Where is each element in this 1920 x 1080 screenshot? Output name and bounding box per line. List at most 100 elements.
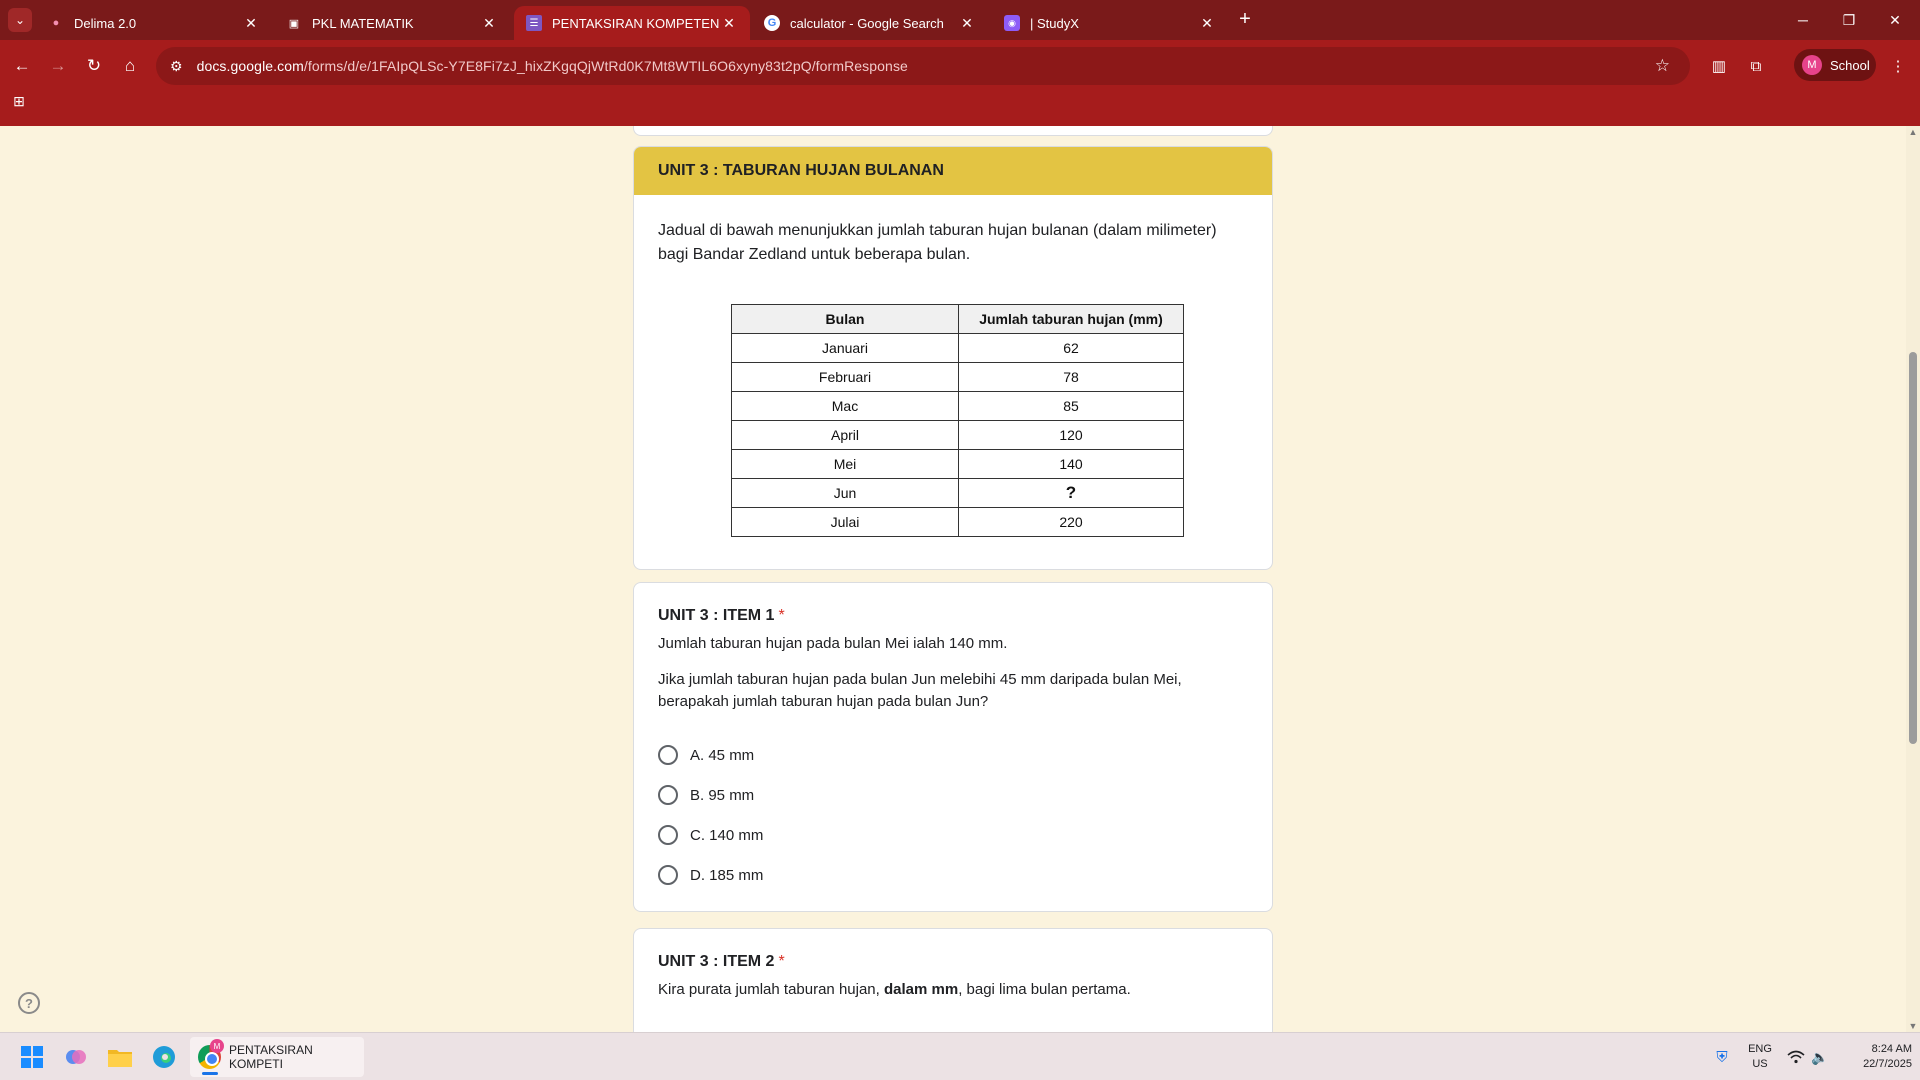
clock-date: 22/7/2025 xyxy=(1863,1058,1912,1070)
edge-icon[interactable] xyxy=(150,1043,178,1071)
question-title: UNIT 3 : ITEM 2 * xyxy=(658,953,1248,971)
table-row: Mac 85 xyxy=(731,391,1184,421)
option-label: B. 95 mm xyxy=(690,786,755,804)
question-title-text: UNIT 3 : ITEM 2 xyxy=(658,953,775,970)
close-icon[interactable]: ✕ xyxy=(720,15,738,32)
scroll-up-icon[interactable]: ▲ xyxy=(1908,126,1918,138)
more-menu-icon[interactable]: ⋮ xyxy=(1886,54,1910,78)
delima-icon: ● xyxy=(52,17,60,29)
option-b[interactable]: B. 95 mm xyxy=(658,775,1248,815)
profile-button[interactable]: M School xyxy=(1794,49,1876,81)
option-c[interactable]: C. 140 mm xyxy=(658,815,1248,855)
tab-pkl-matematik[interactable]: ▣ PKL MATEMATIK ✕ xyxy=(274,6,510,40)
tab-studyx[interactable]: ◉ | StudyX ✕ xyxy=(992,6,1228,40)
tab-strip: ⌄ ● Delima 2.0 ✕ ▣ PKL MATEMATIK ✕ ☰ PEN… xyxy=(0,0,1920,40)
restore-icon: ❐ xyxy=(1842,11,1856,28)
tab-title: calculator - Google Search xyxy=(790,15,944,31)
scroll-down-icon[interactable]: ▼ xyxy=(1908,1020,1918,1032)
tab-delima[interactable]: ● Delima 2.0 ✕ xyxy=(36,6,272,40)
browser-toolbar: ← → ↻ ⌂ ⚙ docs.google.com/forms/d/e/1FAI… xyxy=(0,40,1920,126)
forward-button[interactable]: → xyxy=(42,50,74,82)
site-info-icon[interactable]: ⚙ xyxy=(170,58,183,75)
form-viewport: UNIT 3 : TABURAN HUJAN BULANAN Jadual di… xyxy=(0,126,1906,1032)
unit-header: UNIT 3 : TABURAN HUJAN BULANAN xyxy=(634,147,1272,195)
close-icon[interactable]: ✕ xyxy=(958,15,976,32)
back-button[interactable]: ← xyxy=(6,50,38,82)
tab-search-button[interactable]: ⌄ xyxy=(8,8,32,32)
classroom-icon: ▣ xyxy=(288,17,300,30)
radio-button[interactable] xyxy=(658,825,678,845)
tab-title: PENTAKSIRAN KOMPETENSI DA xyxy=(552,15,720,31)
windows-start-icon[interactable] xyxy=(18,1043,46,1071)
scrollbar-thumb[interactable] xyxy=(1909,352,1917,744)
taskbar-chrome-app[interactable]: M PENTAKSIRAN KOMPETI xyxy=(190,1037,364,1077)
url-text: docs.google.com/forms/d/e/1FAIpQLSc-Y7E8… xyxy=(197,58,908,74)
new-tab-button[interactable]: + xyxy=(1232,6,1258,32)
question-title-text: UNIT 3 : ITEM 1 xyxy=(658,607,775,624)
bookmark-star-icon[interactable]: ☆ xyxy=(1655,56,1670,76)
tab-google-search[interactable]: G calculator - Google Search ✕ xyxy=(752,6,988,40)
close-window-button[interactable]: ✕ xyxy=(1872,0,1918,40)
tab-pentaksiran[interactable]: ☰ PENTAKSIRAN KOMPETENSI DA ✕ xyxy=(514,6,750,40)
url-path: /forms/d/e/1FAIpQLSc-Y7E8Fi7zJ_hixZKgqQj… xyxy=(303,58,908,74)
close-icon[interactable]: ✕ xyxy=(242,15,260,32)
security-shield-icon[interactable]: ⛨ xyxy=(1708,1043,1736,1071)
table-cell: April xyxy=(731,420,959,450)
close-icon[interactable]: ✕ xyxy=(1198,15,1216,32)
option-a[interactable]: A. 45 mm xyxy=(658,735,1248,775)
windows-taskbar: M PENTAKSIRAN KOMPETI ⛨ ENG US 🔈 8:24 AM… xyxy=(0,1032,1920,1080)
question-text-bold: dalam mm xyxy=(883,981,959,998)
taskbar-app-label: PENTAKSIRAN KOMPETI xyxy=(228,1043,313,1071)
home-button[interactable]: ⌂ xyxy=(114,50,146,82)
active-indicator xyxy=(202,1072,218,1075)
reload-button[interactable]: ↻ xyxy=(78,50,110,82)
unit-description: Jadual di bawah menunjukkan jumlah tabur… xyxy=(658,222,1217,263)
radio-button[interactable] xyxy=(658,745,678,765)
clock[interactable]: 8:24 AM 22/7/2025 xyxy=(1840,1033,1912,1080)
close-icon: ✕ xyxy=(1889,11,1901,28)
page-scrollbar[interactable]: ▲ ▼ xyxy=(1906,126,1920,1032)
extensions-icon[interactable]: ⧉ xyxy=(1744,54,1768,78)
question-card-item-1: UNIT 3 : ITEM 1 * Jumlah taburan hujan pa… xyxy=(633,582,1273,912)
table-row: Jun? xyxy=(731,478,1184,508)
question-text-part: Kira purata jumlah taburan hujan, xyxy=(658,981,884,998)
file-explorer-icon[interactable] xyxy=(106,1043,134,1071)
language-indicator[interactable]: ENG US xyxy=(1744,1033,1776,1080)
table-cell: Jun xyxy=(731,478,959,508)
home-icon: ⌂ xyxy=(124,56,136,75)
close-icon[interactable]: ✕ xyxy=(480,15,498,32)
keyboard-layout: US xyxy=(1752,1058,1768,1070)
table-row: Mei 140 xyxy=(731,449,1184,479)
copilot-icon[interactable] xyxy=(62,1043,90,1071)
address-bar[interactable]: ⚙ docs.google.com/forms/d/e/1FAIpQLSc-Y7… xyxy=(156,47,1690,85)
help-icon[interactable]: ? xyxy=(18,992,40,1014)
table-cell: Julai xyxy=(731,507,959,537)
profile-label: School xyxy=(1830,57,1870,73)
rainfall-table: Bulan Jumlah taburan hujan (mm) Januari 6… xyxy=(731,304,1184,537)
language-code: ENG xyxy=(1748,1043,1772,1055)
volume-icon[interactable]: 🔈 xyxy=(1806,1043,1834,1071)
arrow-right-icon: → xyxy=(49,56,67,75)
table-row: Januari 62 xyxy=(731,333,1184,363)
table-cell: Februari xyxy=(731,362,959,392)
question-title: UNIT 3 : ITEM 1 * xyxy=(658,607,1248,625)
table-cell: 85 xyxy=(958,391,1184,421)
apps-grid-icon[interactable]: ⊞ xyxy=(10,92,28,110)
table-row: April 120 xyxy=(731,420,1184,450)
option-label: A. 45 mm xyxy=(690,746,755,764)
table-cell: Januari xyxy=(731,333,959,363)
reading-mode-icon[interactable]: ▥ xyxy=(1707,54,1731,78)
restore-button[interactable]: ❐ xyxy=(1826,0,1872,40)
radio-button[interactable] xyxy=(658,785,678,805)
avatar: M xyxy=(1802,55,1822,75)
table-header-cell: Bulan xyxy=(731,304,959,334)
table-header-row: Bulan Jumlah taburan hujan (mm) xyxy=(731,304,1184,334)
radio-button[interactable] xyxy=(658,865,678,885)
option-label: C. 140 mm xyxy=(690,826,764,844)
table-cell: Mei xyxy=(731,449,959,479)
table-cell: 220 xyxy=(958,507,1184,537)
question-text: Jika jumlah taburan hujan pada bulan Jun… xyxy=(658,671,1182,710)
option-d[interactable]: D. 185 mm xyxy=(658,855,1248,895)
minimize-button[interactable]: ─ xyxy=(1780,0,1826,40)
minimize-icon: ─ xyxy=(1798,12,1808,28)
